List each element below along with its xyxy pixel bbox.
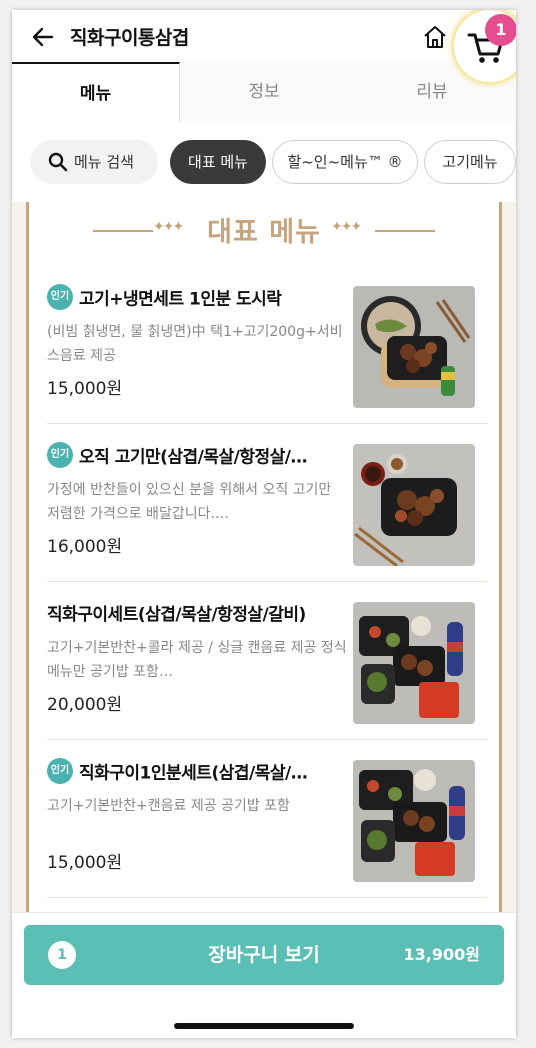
menu-item[interactable]: 직화구이세트(삼겹/목살/항정살/갈비) 고기+기본반찬+콜라 제공 / 싱글 …	[47, 582, 487, 740]
signature-menu-frame: ✦✦✦ 대표 메뉴 ✦✦✦ 인기 고기+냉면세트 1인분 도시락 (비빔 칡냉면,…	[26, 202, 502, 912]
menu-item-photo	[353, 760, 475, 882]
popular-badge: 인기	[47, 442, 73, 468]
cart-button[interactable]: 1	[454, 10, 516, 82]
menu-item-name: 오직 고기만(삼겹/목살/항정살/…	[79, 447, 308, 468]
menu-item-name: 직화구이세트(삼겹/목살/항정살/갈비)	[47, 605, 306, 625]
menu-item-description: (비빔 칡냉면, 물 칡냉면)中 택1+고기200g+서비스음료 제공	[47, 324, 343, 364]
tab-bar: 메뉴 정보 리뷰	[12, 62, 516, 122]
back-arrow-icon[interactable]	[30, 24, 56, 50]
section-header: ✦✦✦ 대표 메뉴 ✦✦✦	[29, 202, 499, 262]
menu-item-description: 고기+기본반찬+캔음료 제공 공기밥 포함	[47, 798, 290, 814]
menu-item-photo	[353, 286, 475, 408]
menu-search-label: 메뉴 검색	[74, 153, 134, 171]
menu-item-name-row: 직화구이세트(삼겹/목살/항정살/갈비)	[47, 600, 347, 626]
popular-badge: 인기	[47, 758, 73, 784]
menu-item-price: 15,000원	[47, 379, 123, 399]
menu-item[interactable]: 인기 오직 고기만(삼겹/목살/항정살/… 가정에 반찬들이 있으신 분을 위해서…	[47, 424, 487, 582]
chip-signature-menu[interactable]: 대표 메뉴	[170, 140, 266, 184]
menu-item-photo	[353, 602, 475, 724]
home-indicator	[174, 1023, 354, 1029]
store-title: 직화구이통삼겹	[70, 27, 189, 49]
home-icon[interactable]	[422, 24, 448, 50]
menu-item-name-row: 인기 직화구이1인분세트(삼겹/목살/…	[47, 758, 347, 784]
cart-count-badge: 1	[485, 14, 516, 46]
menu-item-name: 고기+냉면세트 1인분 도시락	[79, 289, 282, 310]
menu-item-description: 고기+기본반찬+콜라 제공 / 싱글 캔음료 제공 정식메뉴만 공기밥 포함…	[47, 640, 347, 680]
menu-item[interactable]: 인기 직화구이1인분세트(삼겹/목살/… 고기+기본반찬+캔음료 제공 공기밥 포…	[47, 740, 487, 898]
menu-item-description: 가정에 반찬들이 있으신 분을 위해서 오직 고기만 저렴한 가격으로 배달갑니…	[47, 482, 332, 522]
menu-item-photo	[353, 444, 475, 566]
search-icon	[48, 152, 68, 172]
tab-menu[interactable]: 메뉴	[12, 62, 180, 122]
popular-badge: 인기	[47, 284, 73, 310]
menu-item-price: 16,000원	[47, 537, 123, 557]
menu-search-chip[interactable]: 메뉴 검색	[30, 140, 158, 184]
header: 직화구이통삼겹	[12, 10, 516, 62]
cart-total-price: 13,900원	[403, 945, 480, 964]
menu-item-price: 15,000원	[47, 853, 123, 873]
menu-item-name-row: 인기 고기+냉면세트 1인분 도시락	[47, 284, 347, 310]
cart-item-count: 1	[48, 941, 76, 969]
chip-meat-menu[interactable]: 고기메뉴	[424, 140, 516, 184]
tab-info[interactable]: 정보	[180, 62, 348, 122]
app-screen: 직화구이통삼겹 메뉴 정보 리뷰 메뉴 검색 대표 메뉴 할~인~메뉴™ ® 고…	[12, 10, 516, 1038]
menu-item-name: 직화구이1인분세트(삼겹/목살/…	[79, 763, 308, 784]
menu-list-area: ✦✦✦ 대표 메뉴 ✦✦✦ 인기 고기+냉면세트 1인분 도시락 (비빔 칡냉면,…	[12, 202, 516, 912]
menu-item[interactable]: 인기 고기+냉면세트 1인분 도시락 (비빔 칡냉면, 물 칡냉면)中 택1+고기…	[47, 266, 487, 424]
chip-discount-menu[interactable]: 할~인~메뉴™ ®	[272, 140, 418, 184]
menu-item-price: 20,000원	[47, 695, 123, 715]
view-cart-button[interactable]: 장바구니 보기 1 13,900원	[24, 925, 504, 985]
bottom-bar: 장바구니 보기 1 13,900원	[12, 912, 516, 1038]
decor-line-right	[375, 230, 435, 232]
category-chips: 메뉴 검색 대표 메뉴 할~인~메뉴™ ® 고기메뉴	[12, 122, 516, 202]
decor-sparkle-icon: ✦✦✦	[331, 219, 362, 235]
menu-item-name-row: 인기 오직 고기만(삼겹/목살/항정살/…	[47, 442, 347, 468]
